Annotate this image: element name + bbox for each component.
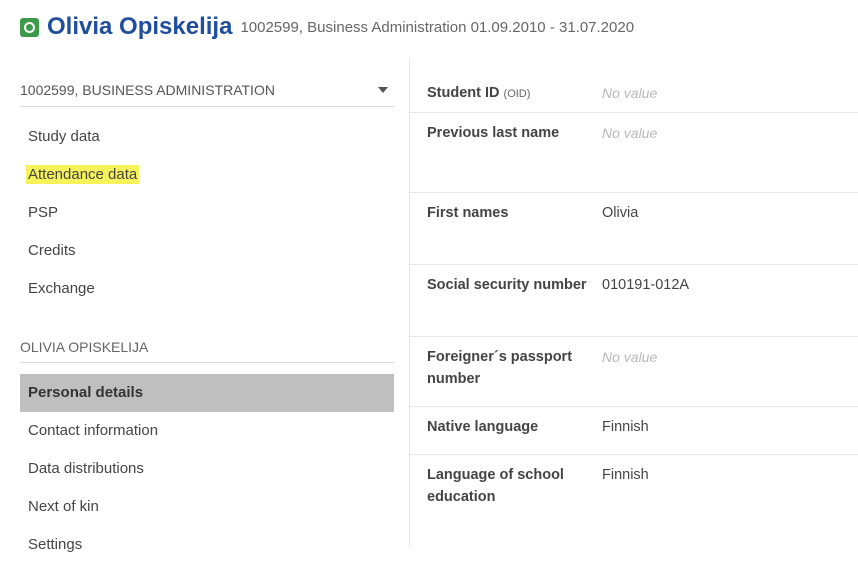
- nav-personal-details-label: Personal details: [28, 384, 144, 401]
- nav-next-of-kin[interactable]: Next of kin: [20, 488, 394, 526]
- detail-label: Native language: [427, 419, 539, 435]
- nav-study-data-label: Study data: [28, 128, 100, 145]
- nav-contact-information-label: Contact information: [28, 422, 159, 439]
- nav-psp-label: PSP: [28, 204, 59, 221]
- detail-value: No value: [602, 85, 658, 101]
- detail-row-ssn: Social security number 010191-012A: [410, 264, 858, 337]
- detail-label: Previous last name: [427, 125, 560, 141]
- study-right-select[interactable]: 1002599, BUSINESS ADMINISTRATION: [20, 74, 394, 107]
- detail-label: Foreigner´s passport number: [427, 349, 573, 387]
- nav-settings[interactable]: Settings: [20, 526, 394, 564]
- detail-value: Finnish: [602, 419, 649, 435]
- detail-label: Language of school education: [427, 467, 564, 505]
- study-right-label: 1002599, BUSINESS ADMINISTRATION: [20, 82, 275, 98]
- student-id-label: Student ID: [427, 85, 500, 101]
- detail-row-student-id: Student ID (OID) No value: [410, 72, 858, 113]
- detail-row-native-language: Native language Finnish: [410, 406, 858, 455]
- nav-psp[interactable]: PSP: [20, 194, 394, 232]
- nav-next-of-kin-label: Next of kin: [28, 498, 99, 515]
- student-header: Olivia Opiskelija 1002599, Business Admi…: [20, 10, 634, 44]
- student-meta: 1002599, Business Administration 01.09.2…: [240, 18, 635, 36]
- nav-settings-label: Settings: [28, 536, 83, 553]
- detail-row-first-names: First names Olivia: [410, 192, 858, 265]
- nav-contact-information[interactable]: Contact information: [20, 412, 394, 450]
- person-section-title: OLIVIA OPISKELIJA: [20, 332, 394, 363]
- detail-label: Student ID (OID): [427, 82, 587, 105]
- chevron-down-icon: [378, 87, 388, 93]
- nav-data-distributions[interactable]: Data distributions: [20, 450, 394, 488]
- sidebar: 1002599, BUSINESS ADMINISTRATION Study d…: [0, 58, 410, 553]
- student-name: Olivia Opiskelija: [47, 13, 233, 40]
- nav-data-distributions-label: Data distributions: [28, 460, 144, 477]
- detail-label: First names: [427, 205, 509, 221]
- nav-credits-label: Credits: [28, 242, 76, 259]
- student-id-sublabel: (OID): [503, 88, 531, 100]
- active-status-icon: [20, 17, 39, 37]
- detail-value: No value: [602, 349, 658, 365]
- nav-exchange-label: Exchange: [28, 280, 95, 297]
- detail-value: 010191-012A: [602, 277, 690, 293]
- study-nav: Study data Attendance data PSP Credits E…: [20, 118, 394, 308]
- detail-label: Social security number: [427, 277, 587, 293]
- nav-attendance-data[interactable]: Attendance data: [20, 156, 394, 194]
- detail-value: Olivia: [602, 205, 639, 221]
- detail-value: No value: [602, 125, 658, 141]
- personal-details-panel: Student ID (OID) No value Previous last …: [410, 58, 858, 547]
- person-nav: Personal details Contact information Dat…: [20, 374, 394, 564]
- detail-row-school-language: Language of school education Finnish: [410, 454, 858, 526]
- detail-value: Finnish: [602, 467, 649, 483]
- detail-row-passport: Foreigner´s passport number No value: [410, 336, 858, 407]
- nav-study-data[interactable]: Study data: [20, 118, 394, 156]
- nav-credits[interactable]: Credits: [20, 232, 394, 270]
- nav-personal-details[interactable]: Personal details: [20, 374, 394, 412]
- detail-row-previous-last-name: Previous last name No value: [410, 112, 858, 193]
- nav-attendance-data-label: Attendance data: [26, 165, 140, 184]
- nav-exchange[interactable]: Exchange: [20, 270, 394, 308]
